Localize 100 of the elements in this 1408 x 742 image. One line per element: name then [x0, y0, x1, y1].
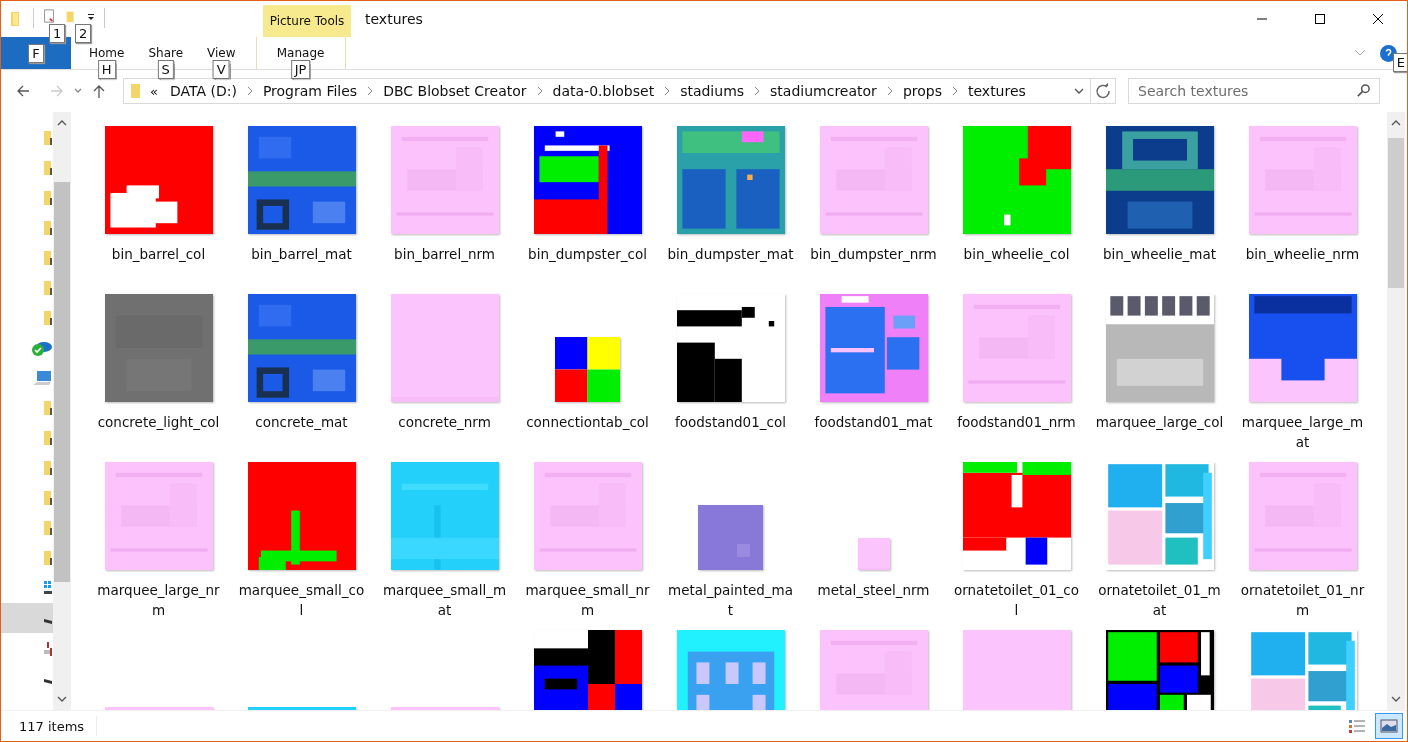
folder-icon [44, 250, 52, 266]
file-name[interactable]: bin_dumpster_mat [666, 244, 795, 264]
drive-icon [44, 618, 52, 624]
breadcrumb[interactable]: Program Files [258, 83, 362, 99]
keytip: S [157, 60, 174, 79]
file-name[interactable]: bin_wheelie_nrm [1238, 244, 1367, 264]
ribbon-tab[interactable]: View [207, 46, 236, 60]
search-field[interactable]: Search textures [1128, 78, 1380, 104]
search-icon [1356, 83, 1371, 98]
file-name[interactable]: marquee_large_mat [1238, 412, 1367, 452]
window-title: textures [365, 11, 423, 27]
refresh-button[interactable] [1091, 78, 1116, 104]
cloud-check-icon [31, 340, 53, 356]
view-button[interactable] [1375, 713, 1403, 739]
breadcrumb[interactable]: DBC Blobset Creator [379, 83, 531, 99]
file-name[interactable]: bin_wheelie_mat [1095, 244, 1224, 264]
scrollbar-thumb[interactable] [1388, 138, 1404, 288]
folder-icon [44, 280, 52, 296]
chevron-right-icon[interactable] [664, 86, 671, 96]
chevron-right-icon[interactable] [536, 86, 543, 96]
file-tab[interactable]: F [1, 37, 71, 69]
details-view-icon [1348, 718, 1366, 734]
drive-icon [44, 678, 52, 684]
properties-icon[interactable] [42, 9, 56, 23]
up-icon[interactable] [91, 83, 107, 99]
back-icon[interactable] [15, 83, 31, 99]
keytip: H [97, 60, 116, 79]
customize-dropdown-icon[interactable] [86, 12, 96, 22]
forward-icon[interactable] [49, 83, 65, 99]
ribbon-tab[interactable]: Manage [276, 46, 325, 60]
item-count: 117 items [19, 718, 85, 734]
file-name[interactable]: bin_dumpster_nrm [809, 244, 938, 264]
file-name[interactable]: bin_barrel_col [94, 244, 223, 264]
keytip: 1 [49, 24, 66, 43]
folder-icon [44, 430, 52, 446]
folder-icon [44, 310, 52, 326]
ribbon-tab[interactable]: Home [89, 46, 125, 60]
folder-icon [44, 190, 52, 206]
chevron-right-icon[interactable] [754, 86, 761, 96]
windows-drive-icon [44, 580, 52, 596]
drive-icon [44, 640, 52, 656]
chevron-right-icon[interactable] [367, 86, 374, 96]
breadcrumb[interactable]: stadiums [676, 83, 749, 99]
folder-icon [44, 400, 52, 416]
scroll-up-icon[interactable] [1391, 118, 1401, 128]
file-name[interactable]: metal_painted_mat [666, 580, 795, 620]
folder-icon [44, 490, 52, 506]
breadcrumb[interactable]: textures [964, 83, 1030, 99]
folder-icon [44, 160, 52, 176]
file-name[interactable]: connectiontab_col [523, 412, 652, 432]
file-name[interactable]: concrete_light_col [94, 412, 223, 432]
file-name[interactable]: ornatetoilet_01_nrm [1238, 580, 1367, 620]
file-name[interactable]: concrete_mat [237, 412, 366, 432]
address-bar[interactable]: « DATA (D:) Program Files DBC Blobset Creator data-0.blobset stadiums stadiumcreator props textures [123, 78, 1091, 104]
file-name[interactable]: bin_barrel_nrm [380, 244, 509, 264]
chevron-right-icon[interactable] [886, 86, 893, 96]
file-name[interactable]: marquee_large_col [1095, 412, 1224, 432]
file-name[interactable]: marquee_small_mat [380, 580, 509, 620]
file-name[interactable]: marquee_small_col [237, 580, 366, 620]
file-name[interactable]: foodstand01_nrm [952, 412, 1081, 432]
folder-icon [130, 83, 142, 99]
scrollbar-thumb[interactable] [54, 182, 70, 582]
keytip: E [1392, 53, 1407, 72]
contextual-tab-header: Picture Tools [263, 5, 351, 37]
address-dropdown-icon[interactable] [1074, 86, 1084, 96]
file-name[interactable]: bin_wheelie_col [952, 244, 1081, 264]
scroll-down-icon[interactable] [57, 694, 67, 704]
expand-ribbon-icon[interactable] [1354, 49, 1366, 57]
chevron-right-icon[interactable] [246, 86, 253, 96]
file-name[interactable]: marquee_large_nrm [94, 580, 223, 620]
folder-icon [44, 130, 52, 146]
folder-icon [44, 460, 52, 476]
keytip: 2 [75, 24, 92, 43]
folder-icon [44, 520, 52, 536]
refresh-icon [1095, 83, 1111, 99]
folder-icon [44, 550, 52, 566]
keytip: JP [290, 60, 311, 79]
scroll-down-icon[interactable] [1391, 694, 1401, 704]
file-name[interactable]: foodstand01_mat [809, 412, 938, 432]
chevron-right-icon[interactable] [952, 86, 958, 96]
file-name[interactable]: foodstand01_col [666, 412, 795, 432]
breadcrumb[interactable]: stadiumcreator [766, 83, 881, 99]
file-name[interactable]: concrete_nrm [380, 412, 509, 432]
file-name[interactable]: marquee_small_nrm [523, 580, 652, 620]
file-name[interactable]: bin_dumpster_col [523, 244, 652, 264]
file-name[interactable]: metal_steel_nrm [809, 580, 938, 600]
computer-icon [31, 370, 53, 386]
breadcrumb[interactable]: data-0.blobset [548, 83, 659, 99]
large-icons-view-icon [1380, 718, 1398, 734]
keytip: V [212, 60, 230, 79]
scroll-up-icon[interactable] [57, 118, 67, 128]
ribbon-tab[interactable]: Share [148, 46, 184, 60]
breadcrumb[interactable]: props [898, 83, 946, 99]
file-name[interactable]: ornatetoilet_01_col [952, 580, 1081, 620]
keytip: F [28, 43, 44, 63]
file-name[interactable]: bin_barrel_mat [237, 244, 366, 264]
breadcrumb[interactable]: DATA (D:) [165, 83, 241, 99]
overflow-chevron[interactable]: « [150, 83, 158, 99]
folder-icon [44, 220, 52, 236]
file-name[interactable]: ornatetoilet_01_mat [1095, 580, 1224, 620]
